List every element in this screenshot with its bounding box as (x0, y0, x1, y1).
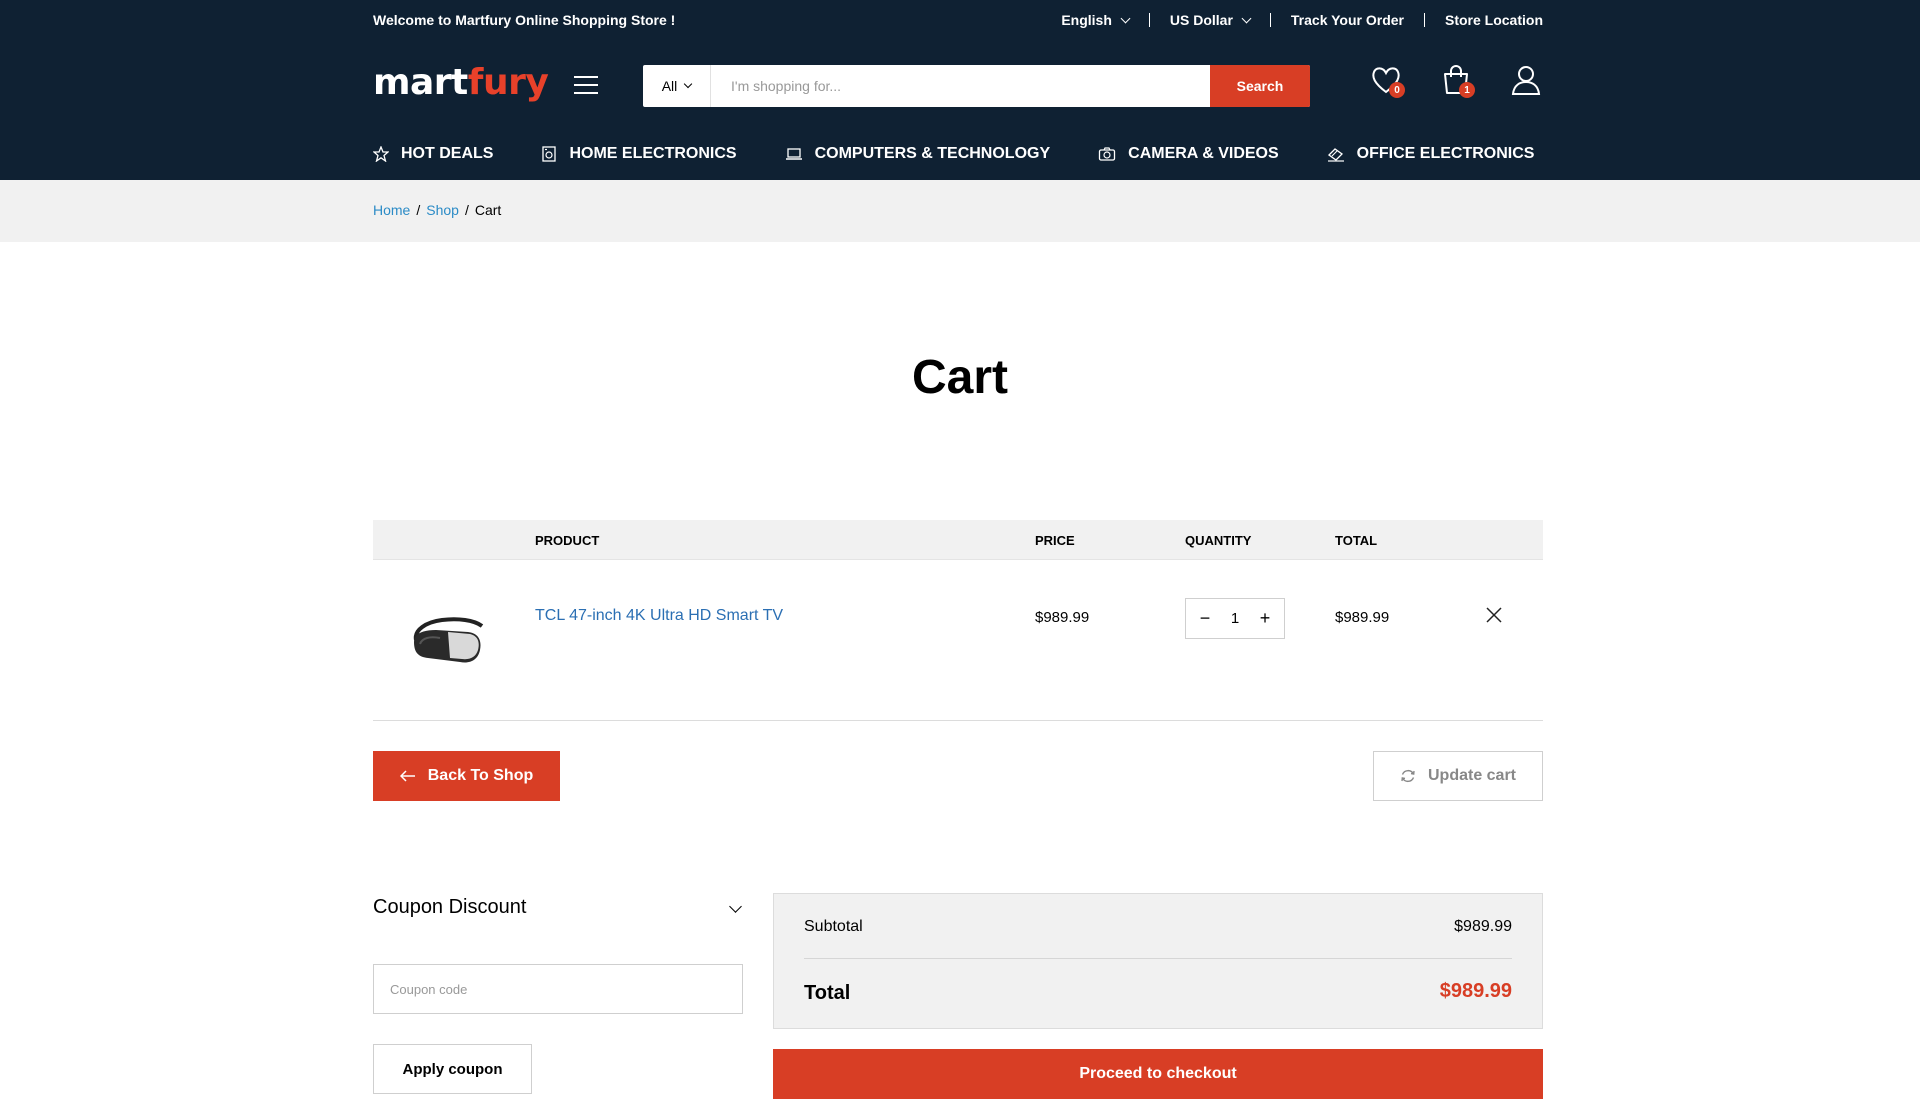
product-name-link[interactable]: TCL 47-inch 4K Ultra HD Smart TV (535, 607, 783, 625)
main-bar: martfury All Search 0 1 (373, 60, 1543, 110)
breadcrumb-shop[interactable]: Shop (426, 202, 459, 218)
language-select[interactable]: English (1061, 12, 1131, 28)
quantity-stepper: − 1 + (1185, 598, 1285, 639)
breadcrumb-home[interactable]: Home (373, 202, 410, 218)
store-location-link[interactable]: Store Location (1445, 12, 1543, 28)
divider (1423, 13, 1425, 27)
back-to-shop-button[interactable]: Back To Shop (373, 751, 560, 801)
header-total: TOTAL (1335, 533, 1378, 548)
product-total: $989.99 (1335, 609, 1390, 626)
top-bar: Welcome to Martfury Online Shopping Stor… (373, 0, 1543, 40)
camera-icon (1098, 147, 1116, 161)
language-label: English (1061, 12, 1112, 28)
nav-label: HOT DEALS (401, 145, 494, 162)
search-category-label: All (661, 78, 678, 94)
logo-part-fury: fury (467, 62, 549, 103)
subtotal-label: Subtotal (804, 918, 863, 935)
track-order-link[interactable]: Track Your Order (1291, 12, 1404, 28)
nav-computers-technology[interactable]: COMPUTERS & TECHNOLOGY (785, 136, 1051, 172)
cart-totals: Subtotal $989.99 Total $989.99 (773, 893, 1543, 1029)
header-product: PRODUCT (535, 533, 600, 548)
nav-label: OFFICE ELECTRONICS (1356, 145, 1535, 162)
laptop-icon (785, 148, 802, 160)
total-label: Total (804, 982, 851, 1004)
product-thumbnail-vr-headset[interactable] (408, 602, 488, 674)
divider (1269, 13, 1271, 27)
logo-part-mart: mart (373, 62, 468, 103)
menu-icon[interactable] (574, 76, 598, 94)
nav-office-electronics[interactable]: OFFICE ELECTRONICS (1327, 136, 1535, 172)
printer-icon (1327, 148, 1344, 162)
fridge-icon (542, 146, 557, 162)
wishlist-count-badge: 0 (1389, 82, 1405, 98)
quantity-increase-button[interactable]: + (1258, 608, 1272, 629)
nav-label: COMPUTERS & TECHNOLOGY (814, 145, 1051, 162)
cart-button[interactable]: 1 (1439, 60, 1475, 100)
nav-home-electronics[interactable]: HOME ELECTRONICS (541, 136, 737, 172)
chevron-down-icon (1241, 13, 1252, 23)
nav-label: CAMERA & VIDEOS (1128, 145, 1279, 162)
coupon-discount-toggle[interactable]: Coupon Discount (373, 896, 526, 919)
arrow-left-icon (399, 770, 415, 782)
apply-coupon-button[interactable]: Apply coupon (373, 1044, 532, 1094)
update-cart-button[interactable]: Update cart (1373, 751, 1543, 801)
breadcrumb-separator: / (464, 202, 469, 218)
account-button[interactable] (1509, 60, 1543, 100)
nav-camera-videos[interactable]: CAMERA & VIDEOS (1098, 136, 1279, 172)
total-value: $989.99 (1439, 980, 1512, 1002)
table-row: TCL 47-inch 4K Ultra HD Smart TV $989.99… (373, 560, 1543, 721)
quantity-value[interactable]: 1 (1231, 610, 1239, 627)
currency-select[interactable]: US Dollar (1169, 12, 1252, 28)
breadcrumb: Home / Shop / Cart (373, 202, 1543, 218)
top-bar-links: English US Dollar Track Your Order Store… (1061, 12, 1543, 28)
header-price: PRICE (1035, 533, 1075, 548)
breadcrumb-current: Cart (474, 202, 502, 218)
search-input[interactable] (711, 65, 1210, 107)
chevron-down-icon (684, 79, 693, 89)
site-header: Welcome to Martfury Online Shopping Stor… (0, 0, 1920, 180)
subtotal-value: $989.99 (1454, 918, 1512, 935)
proceed-to-checkout-button[interactable]: Proceed to checkout (773, 1049, 1543, 1099)
header-icons: 0 1 (1369, 60, 1543, 100)
chevron-down-icon (1120, 13, 1131, 23)
cart-count-badge: 1 (1459, 82, 1475, 98)
page-title: Cart (911, 351, 1009, 404)
back-to-shop-label: Back To Shop (427, 767, 534, 784)
star-icon (373, 146, 389, 162)
divider (1148, 13, 1150, 27)
user-icon (1511, 66, 1541, 95)
header-quantity: QUANTITY (1185, 533, 1252, 548)
search-category-select[interactable]: All (643, 65, 711, 107)
currency-label: US Dollar (1169, 12, 1233, 28)
breadcrumb-bar: Home / Shop / Cart (0, 180, 1920, 242)
nav-label: HOME ELECTRONICS (569, 145, 737, 162)
refresh-icon (1401, 769, 1415, 783)
search-button[interactable]: Search (1210, 65, 1310, 107)
divider (804, 958, 1512, 959)
breadcrumb-separator: / (416, 202, 421, 218)
cart-table-header: PRODUCT PRICE QUANTITY TOTAL (373, 520, 1543, 560)
wishlist-button[interactable]: 0 (1369, 60, 1405, 100)
welcome-text: Welcome to Martfury Online Shopping Stor… (373, 12, 676, 28)
coupon-code-input[interactable] (373, 964, 743, 1014)
nav-hot-deals[interactable]: HOT DEALS (373, 136, 493, 172)
close-icon[interactable] (1485, 606, 1503, 624)
search-bar: All Search (643, 65, 1310, 107)
update-cart-label: Update cart (1427, 767, 1517, 784)
quantity-decrease-button[interactable]: − (1198, 608, 1212, 629)
category-nav: HOT DEALS HOME ELECTRONICS COMPUTERS & T… (373, 136, 1543, 172)
site-logo[interactable]: martfury (373, 62, 549, 103)
product-price: $989.99 (1035, 609, 1090, 626)
chevron-down-icon[interactable] (729, 900, 742, 913)
